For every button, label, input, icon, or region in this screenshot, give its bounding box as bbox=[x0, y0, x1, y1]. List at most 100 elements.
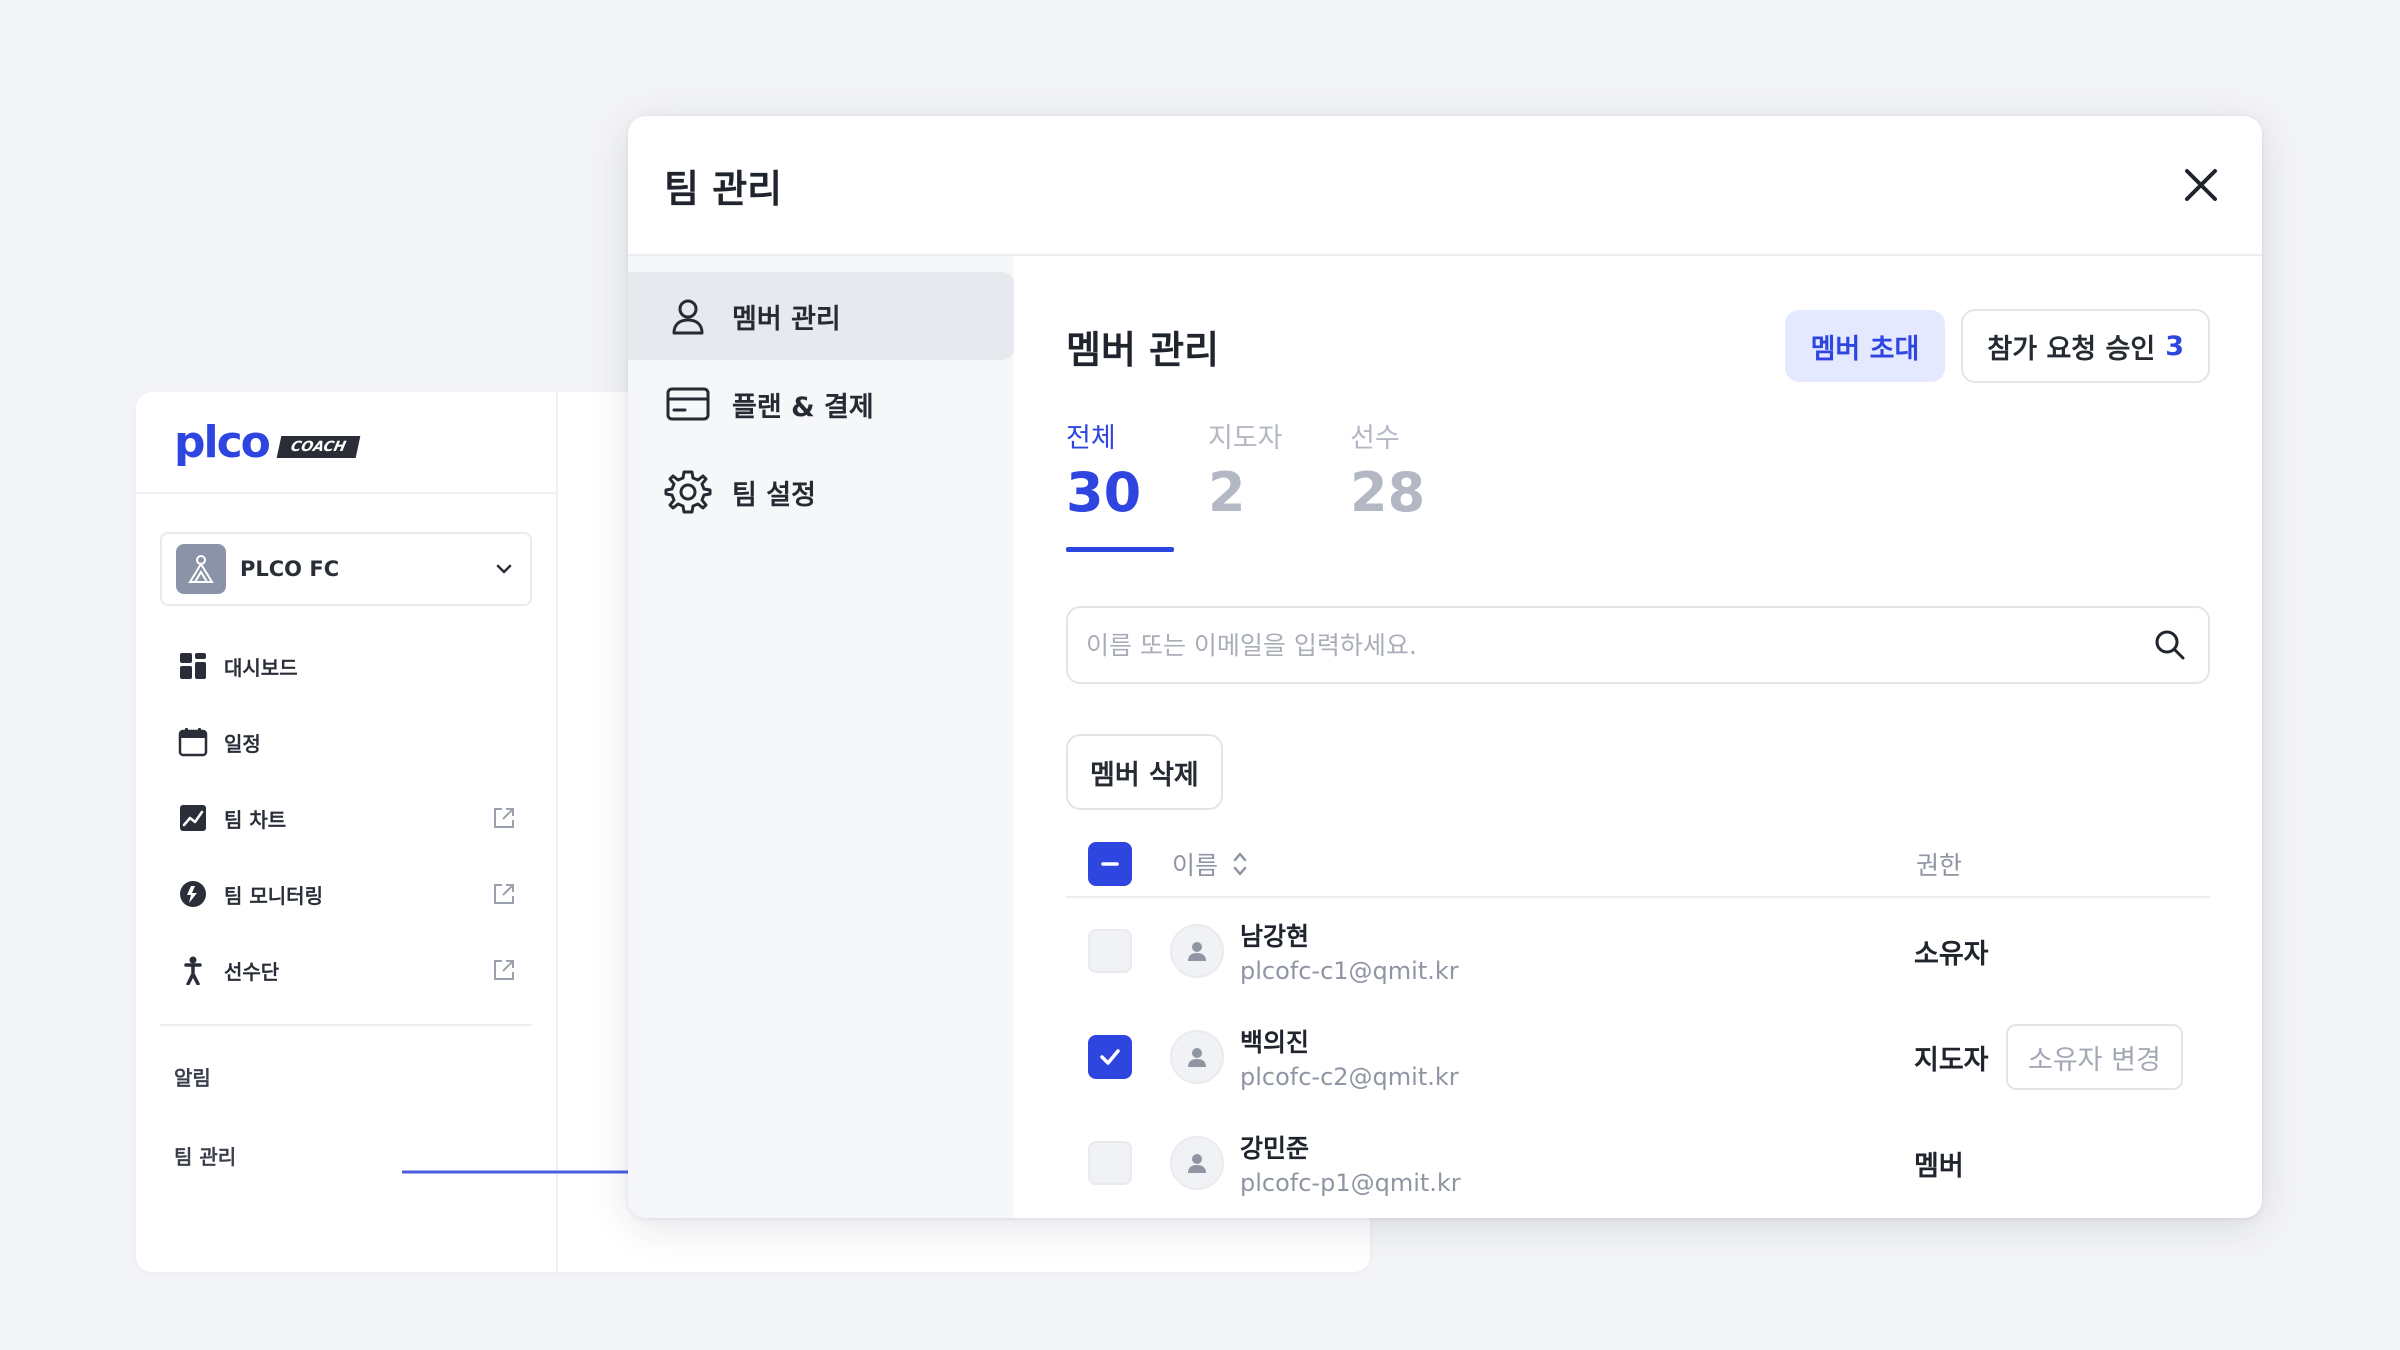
member-name: 강민준 bbox=[1240, 1134, 1310, 1163]
member-search bbox=[1066, 606, 2210, 684]
stat-value: 30 bbox=[1066, 461, 1142, 524]
search-icon[interactable] bbox=[2150, 625, 2190, 665]
delete-member-button[interactable]: 멤버 삭제 bbox=[1066, 734, 1223, 810]
team-select-value: PLCO FC bbox=[240, 557, 340, 581]
coach-badge: COACH bbox=[276, 436, 360, 458]
sidebar-item-label: 팀 차트 bbox=[224, 807, 287, 832]
sidebar-item-schedule[interactable]: 일정 bbox=[136, 704, 556, 780]
user-icon bbox=[664, 292, 712, 340]
tab-players[interactable]: 선수 28 bbox=[1350, 416, 1492, 550]
chevron-down-icon bbox=[496, 564, 512, 574]
team-avatar bbox=[176, 544, 226, 594]
member-email: plcofc-c2@qmit.kr bbox=[1240, 1063, 1459, 1091]
sidebar-divider bbox=[160, 1024, 532, 1026]
member-role: 소유자 bbox=[1914, 938, 1989, 970]
column-header-role: 권한 bbox=[1916, 851, 1963, 880]
join-requests-button[interactable]: 참가 요청 승인 3 bbox=[1961, 309, 2210, 383]
external-link-icon bbox=[494, 960, 514, 980]
member-info: 백의진 plcofc-c2@qmit.kr bbox=[1240, 1023, 1914, 1091]
join-requests-count: 3 bbox=[2165, 330, 2184, 362]
table-row: 백의진 plcofc-c2@qmit.kr 지도자 소유자 변경 bbox=[1066, 1004, 2210, 1110]
checkmark-icon bbox=[1100, 1049, 1120, 1065]
user-avatar-icon bbox=[1188, 942, 1206, 961]
sidebar-item-team-chart[interactable]: 팀 차트 bbox=[136, 780, 556, 856]
nav-item-label: 팀 설정 bbox=[732, 479, 816, 511]
card-icon bbox=[664, 380, 712, 428]
modal-title: 팀 관리 bbox=[664, 166, 783, 211]
search-input[interactable] bbox=[1086, 630, 2150, 660]
member-stats-tabs: 전체 30 지도자 2 선수 28 bbox=[1066, 416, 2210, 552]
stat-label: 지도자 bbox=[1208, 423, 1283, 454]
external-link-icon bbox=[494, 808, 514, 828]
sidebar-item-team-monitoring[interactable]: 팀 모니터링 bbox=[136, 856, 556, 932]
modal-nav: 멤버 관리 플랜 & 결제 팀 설정 bbox=[628, 256, 1014, 1218]
nav-item-label: 플랜 & 결제 bbox=[732, 391, 874, 423]
select-all-checkbox[interactable] bbox=[1088, 842, 1132, 886]
table-row: 남강현 plcofc-c1@qmit.kr 소유자 bbox=[1066, 898, 2210, 1004]
user-avatar-icon bbox=[1188, 1048, 1206, 1067]
dashboard-icon bbox=[176, 649, 210, 683]
member-name: 백의진 bbox=[1240, 1028, 1310, 1057]
stat-value: 28 bbox=[1350, 461, 1426, 524]
nav-item-label: 멤버 관리 bbox=[732, 303, 841, 335]
row-checkbox[interactable] bbox=[1088, 1035, 1132, 1079]
chart-icon bbox=[176, 801, 210, 835]
column-header-label: 이름 bbox=[1172, 851, 1219, 880]
nav-item-team-settings[interactable]: 팀 설정 bbox=[628, 448, 1014, 536]
avatar bbox=[1170, 1136, 1224, 1190]
sort-icon bbox=[1233, 852, 1247, 876]
invite-member-button[interactable]: 멤버 초대 bbox=[1784, 310, 1946, 382]
join-requests-label: 참가 요청 승인 bbox=[1987, 333, 2156, 365]
column-header-name[interactable]: 이름 bbox=[1172, 846, 1916, 882]
team-emblem-icon bbox=[188, 555, 214, 583]
table-row: 강민준 plcofc-p1@qmit.kr 멤버 bbox=[1066, 1110, 2210, 1216]
member-email: plcofc-c1@qmit.kr bbox=[1240, 957, 1459, 985]
sidebar-item-dashboard[interactable]: 대시보드 bbox=[136, 628, 556, 704]
monitoring-icon bbox=[176, 877, 210, 911]
minus-icon bbox=[1101, 862, 1119, 866]
gear-icon bbox=[664, 468, 712, 516]
external-link-icon bbox=[494, 884, 514, 904]
sidebar-item-notifications[interactable]: 알림 bbox=[136, 1062, 556, 1091]
team-manage-modal: 팀 관리 멤버 관리 플랜 & 결제 팀 설정 멤버 관리 멤버 초대 참가 요… bbox=[628, 116, 2262, 1218]
logo-row: plco COACH bbox=[136, 392, 556, 494]
background-sidebar: plco COACH PLCO FC 대시보드 일정 팀 차트 팀 모니터링 선… bbox=[136, 392, 558, 1272]
active-tab-indicator bbox=[1066, 547, 1174, 552]
sidebar-item-label: 대시보드 bbox=[224, 655, 298, 680]
member-table: 이름 권한 남강현 plcofc-c1@qmit.kr 소유자 백의진 plco… bbox=[1066, 832, 2210, 1216]
user-avatar-icon bbox=[1188, 1154, 1206, 1173]
members-panel: 멤버 관리 멤버 초대 참가 요청 승인 3 전체 30 지도자 2 선수 28 bbox=[1066, 256, 2210, 1218]
team-select[interactable]: PLCO FC bbox=[160, 532, 532, 606]
tab-coaches[interactable]: 지도자 2 bbox=[1208, 416, 1350, 550]
member-role: 지도자 bbox=[1914, 1044, 1989, 1076]
table-header: 이름 권한 bbox=[1066, 832, 2210, 898]
close-icon bbox=[2185, 169, 2217, 201]
sidebar-item-roster[interactable]: 선수단 bbox=[136, 932, 556, 1008]
member-role: 멤버 bbox=[1914, 1150, 1964, 1182]
nav-item-plan-billing[interactable]: 플랜 & 결제 bbox=[628, 360, 1014, 448]
stat-label: 선수 bbox=[1350, 423, 1400, 454]
content-header: 멤버 관리 멤버 초대 참가 요청 승인 3 bbox=[1066, 309, 2210, 383]
stat-value: 2 bbox=[1208, 461, 1246, 524]
member-name: 남강현 bbox=[1240, 922, 1310, 951]
avatar bbox=[1170, 924, 1224, 978]
sidebar-menu: 대시보드 일정 팀 차트 팀 모니터링 선수단 bbox=[136, 628, 556, 1008]
member-info: 강민준 plcofc-p1@qmit.kr bbox=[1240, 1129, 1914, 1197]
member-info: 남강현 plcofc-c1@qmit.kr bbox=[1240, 917, 1914, 985]
content-title: 멤버 관리 bbox=[1066, 327, 1220, 372]
modal-header: 팀 관리 bbox=[628, 116, 2262, 256]
avatar bbox=[1170, 1030, 1224, 1084]
plco-logo: plco bbox=[174, 416, 271, 468]
row-checkbox[interactable] bbox=[1088, 929, 1132, 973]
sidebar-item-label: 팀 모니터링 bbox=[224, 883, 323, 908]
sidebar-item-label: 선수단 bbox=[224, 959, 280, 984]
stat-label: 전체 bbox=[1066, 423, 1116, 454]
close-button[interactable] bbox=[2176, 160, 2226, 210]
nav-item-members[interactable]: 멤버 관리 bbox=[628, 272, 1014, 360]
change-owner-button[interactable]: 소유자 변경 bbox=[2006, 1024, 2183, 1090]
tab-all[interactable]: 전체 30 bbox=[1066, 416, 1208, 550]
sidebar-item-label: 일정 bbox=[224, 731, 261, 756]
member-email: plcofc-p1@qmit.kr bbox=[1240, 1169, 1461, 1197]
player-icon bbox=[176, 953, 210, 987]
row-checkbox[interactable] bbox=[1088, 1141, 1132, 1185]
